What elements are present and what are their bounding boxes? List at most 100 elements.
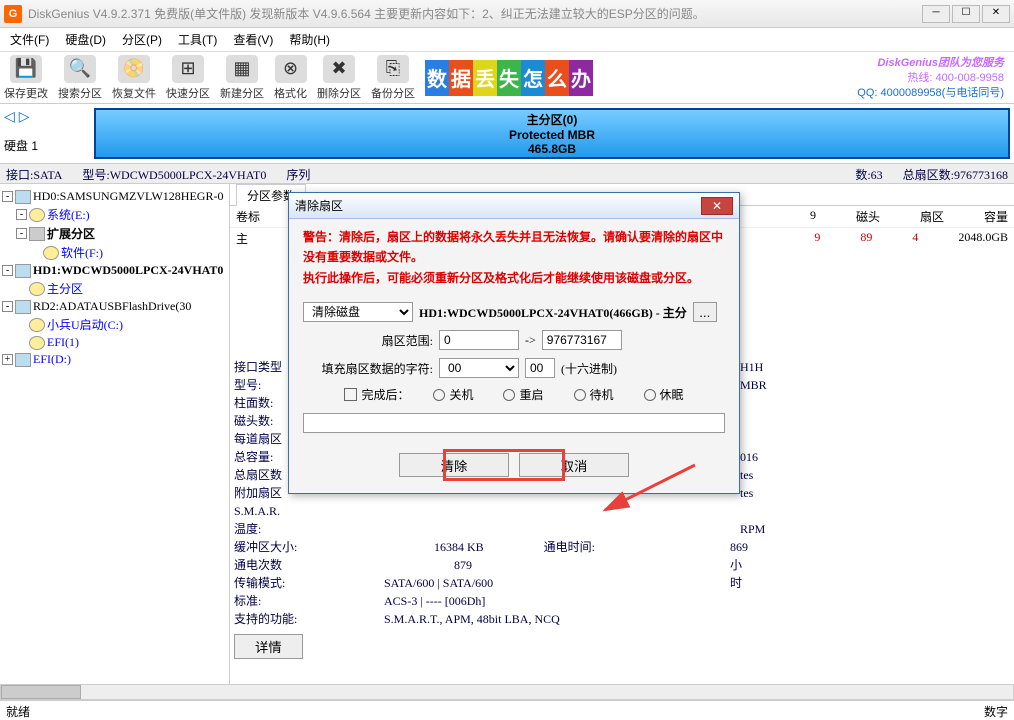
row-label: 主 [236, 230, 248, 247]
tree-item[interactable]: -HD1:WDCWD5000LPCX-24VHAT0 [2, 262, 227, 279]
banner-block: 失 [497, 60, 521, 96]
menu-item[interactable]: 帮助(H) [283, 29, 336, 50]
banner-line3: QQ: 4000089958(与电话同号) [857, 86, 1004, 101]
window-title: DiskGenius V4.9.2.371 免费版(单文件版) 发现新版本 V4… [28, 5, 922, 22]
after-radio[interactable] [503, 389, 515, 401]
expand-icon[interactable]: - [2, 301, 13, 312]
tree-item[interactable]: -扩展分区 [2, 224, 227, 243]
toolbar-icon: 💾 [10, 55, 42, 83]
banner-block: 怎 [521, 60, 545, 96]
maximize-button[interactable]: ☐ [952, 5, 980, 23]
row-capacity: 2048.0GB [958, 230, 1008, 247]
close-button[interactable]: ✕ [982, 5, 1010, 23]
tree-item[interactable]: -HD0:SAMSUNGMZVLW128HEGR-0 [2, 188, 227, 205]
row-9: 9 [814, 230, 820, 247]
after-label: 完成后： [361, 386, 409, 403]
toolbar-button[interactable]: 📀恢复文件 [112, 55, 156, 101]
scope-select[interactable]: 清除磁盘 [303, 302, 413, 322]
after-radio[interactable] [433, 389, 445, 401]
col-9: 9 [810, 208, 816, 225]
next-disk-icon[interactable]: ▷ [19, 108, 30, 125]
prev-disk-icon[interactable]: ◁ [4, 108, 15, 125]
expand-icon[interactable]: - [16, 228, 27, 239]
dialog-close-button[interactable]: ✕ [701, 197, 733, 215]
tree-item[interactable]: -系统(E:) [2, 205, 227, 224]
menu-bar: 文件(F)硬盘(D)分区(P)工具(T)查看(V)帮助(H) [0, 28, 1014, 52]
iface-label: 接口:SATA [6, 166, 62, 181]
after-radio[interactable] [574, 389, 586, 401]
total-sectors-label: 总扇区数:976773168 [903, 166, 1008, 181]
drive-icon [29, 318, 45, 332]
col-sectors: 扇区 [920, 208, 944, 225]
expand-icon[interactable]: + [2, 354, 13, 365]
banner-block: 丢 [473, 60, 497, 96]
toolbar: 💾保存更改🔍搜索分区📀恢复文件⊞快速分区▦新建分区⊗格式化✖删除分区⎘备份分区 … [0, 52, 1014, 104]
hdd-icon [15, 190, 31, 204]
app-icon: G [4, 5, 22, 23]
banner-block: 么 [545, 60, 569, 96]
range-label: 扇区范围: [303, 332, 433, 349]
clear-button[interactable]: 清除 [399, 453, 509, 477]
fill-select[interactable]: 00 [439, 358, 519, 378]
minimize-button[interactable]: ─ [922, 5, 950, 23]
tree-item[interactable]: EFI(1) [2, 334, 227, 351]
dialog-title: 清除扇区 [295, 197, 701, 214]
banner-line2: 热线: 400-008-9958 [857, 71, 1004, 86]
tree-item[interactable]: -RD2:ADATAUSBFlashDrive(30 [2, 298, 227, 315]
range-from-input[interactable] [439, 330, 519, 350]
menu-item[interactable]: 文件(F) [4, 29, 55, 50]
cancel-button[interactable]: 取消 [519, 453, 629, 477]
drive-icon [29, 282, 45, 296]
browse-button[interactable]: ... [693, 302, 717, 322]
toolbar-icon: ▦ [226, 55, 258, 83]
details-button[interactable]: 详情 [234, 634, 303, 659]
partition-map[interactable]: 主分区(0) Protected MBR 465.8GB [94, 108, 1010, 159]
clear-sectors-dialog: 清除扇区 ✕ 警告：清除后，扇区上的数据将永久丢失并且无法恢复。请确认要清除的扇… [288, 192, 740, 494]
toolbar-icon: ⎘ [377, 55, 409, 83]
toolbar-button[interactable]: ⊗格式化 [274, 55, 307, 101]
toolbar-button[interactable]: ▦新建分区 [220, 55, 264, 101]
expand-icon[interactable]: - [2, 191, 13, 202]
partition-size: 465.8GB [528, 142, 576, 156]
toolbar-icon: 🔍 [64, 55, 96, 83]
h-scrollbar[interactable] [0, 684, 1014, 700]
tree-item[interactable]: 软件(F:) [2, 243, 227, 262]
menu-item[interactable]: 工具(T) [172, 29, 223, 50]
menu-item[interactable]: 查看(V) [227, 29, 279, 50]
ad-banner: 数据丢失怎么办 DiskGenius团队为您服务 热线: 400-008-995… [425, 54, 1010, 102]
range-to-input[interactable] [542, 330, 622, 350]
fill-input[interactable] [525, 358, 555, 378]
toolbar-icon: ⊞ [172, 55, 204, 83]
menu-item[interactable]: 分区(P) [116, 29, 168, 50]
drive-icon [43, 246, 59, 260]
partition-title: 主分区(0) [527, 111, 578, 128]
menu-item[interactable]: 硬盘(D) [59, 29, 112, 50]
disk-tree[interactable]: -HD0:SAMSUNGMZVLW128HEGR-0-系统(E:)-扩展分区软件… [0, 184, 230, 700]
row-sectors: 4 [912, 230, 918, 247]
toolbar-button[interactable]: 🔍搜索分区 [58, 55, 102, 101]
toolbar-button[interactable]: 💾保存更改 [4, 55, 48, 101]
col-heads: 磁头 [856, 208, 880, 225]
col-label: 卷标 [236, 208, 260, 225]
banner-block: 数 [425, 60, 449, 96]
after-checkbox[interactable] [344, 388, 357, 401]
tree-item[interactable]: +EFI(D:) [2, 351, 227, 368]
toolbar-button[interactable]: ⊞快速分区 [166, 55, 210, 101]
range-arrow: -> [525, 333, 536, 348]
tree-item[interactable]: 主分区 [2, 279, 227, 298]
fill-note: (十六进制) [561, 360, 617, 377]
banner-line1: DiskGenius团队为您服务 [857, 56, 1004, 71]
hdd-icon [15, 300, 31, 314]
banner-block: 办 [569, 60, 593, 96]
toolbar-button[interactable]: ✖删除分区 [317, 55, 361, 101]
disk-bar: ◁ ▷ 硬盘 1 主分区(0) Protected MBR 465.8GB [0, 104, 1014, 164]
toolbar-button[interactable]: ⎘备份分区 [371, 55, 415, 101]
expand-icon[interactable]: - [16, 209, 27, 220]
col-capacity: 容量 [984, 208, 1008, 225]
expand-icon[interactable]: - [2, 265, 13, 276]
disk-info-line: 接口:SATA 型号:WDCWD5000LPCX-24VHAT0 序列 数:63… [0, 164, 1014, 184]
drive-icon [29, 208, 45, 222]
heads-label: 数:63 [855, 166, 882, 181]
after-radio[interactable] [644, 389, 656, 401]
tree-item[interactable]: 小兵U启动(C:) [2, 315, 227, 334]
